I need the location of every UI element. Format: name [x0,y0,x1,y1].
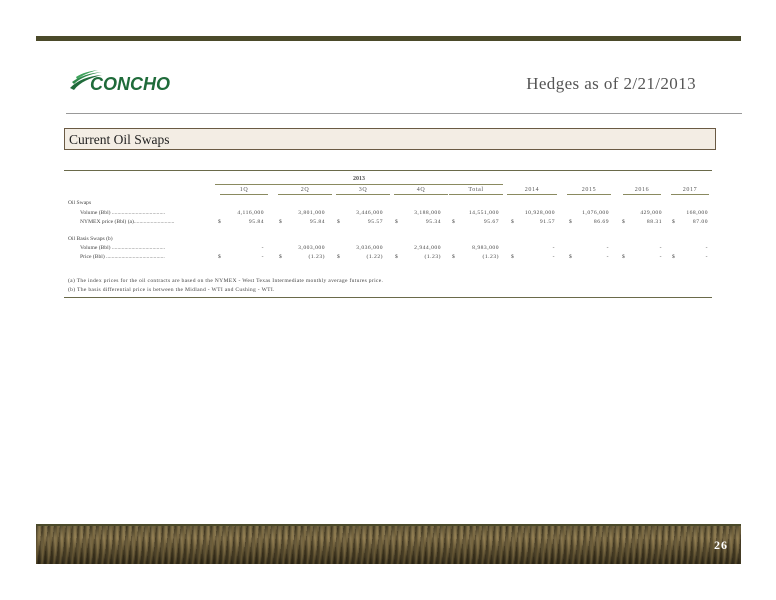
logo-wordmark: CONCHO [90,74,170,94]
page-number: 26 [714,538,728,552]
table-cell: 3,446,000 [356,210,383,216]
table-cell: - [261,245,264,251]
table-cell: - [606,245,609,251]
row-label: Volume (Bbl) ...........................… [80,245,166,251]
column-header-rule [336,194,390,195]
table-cell: 1,076,000 [582,210,609,216]
table-cell: 88.31 [646,219,662,225]
column-header-rule [449,194,503,195]
concho-logo: CONCHO [68,68,198,96]
table-cell: - [705,245,708,251]
column-header-rule [671,194,709,195]
table-cell: 4,116,000 [237,210,264,216]
column-header-rule [278,194,332,195]
table-cell: (1.22) [366,254,383,260]
table-top-rule [64,170,712,171]
grass-banner-image [36,524,741,564]
section-header: Current Oil Swaps [64,128,716,150]
table-cell: 168,000 [686,210,708,216]
footnote-a: (a) The index prices for the oil contrac… [68,278,384,284]
column-header-rule [567,194,611,195]
table-cell: 3,188,000 [414,210,441,216]
row-label: Volume (Bbl) ...........................… [80,210,166,216]
table-cell: 87.00 [692,219,708,225]
table-cell: 95.57 [367,219,383,225]
column-header-rule [394,194,448,195]
table-cell: - [606,254,609,260]
table-cell: (1.23) [308,254,325,260]
table-bottom-rule [64,297,712,298]
top-accent-bar [36,36,741,41]
table-cell: (1.23) [424,254,441,260]
row-label: Price (Bbl) ............................… [80,254,165,260]
table-cell: 95.34 [425,219,441,225]
column-header-rule [623,194,661,195]
table-cell: - [705,254,708,260]
table-cell: 95.84 [309,219,325,225]
table-cell: (1.23) [482,254,499,260]
banner-top-rule [36,524,741,526]
year-group-rule [215,184,503,185]
table-cell: - [659,245,662,251]
table-cell: 3,036,000 [356,245,383,251]
section-title: Current Oil Swaps [69,132,170,147]
table-cell: - [261,254,264,260]
title-divider [66,113,742,114]
row-label: NYMEX price (Bbl) (a)...................… [80,219,175,225]
concho-logo-icon: CONCHO [70,70,170,94]
column-header-rule [507,194,557,195]
table-cell: 3,003,000 [298,245,325,251]
section-label: Oil Basis Swaps (b) [68,236,113,242]
section-label: Oil Swaps [68,200,92,206]
table-cell: 86.69 [593,219,609,225]
table-cell: 91.57 [539,219,555,225]
page-title: Hedges as of 2/21/2013 [526,74,696,93]
table-cell: 95.67 [483,219,499,225]
column-header-rule [220,194,268,195]
table-cell: 8,983,000 [472,245,499,251]
table-cell: 3,801,000 [298,210,325,216]
table-cell: 429,000 [640,210,662,216]
footnote-b: (b) The basis differential price is betw… [68,287,275,293]
table-cell: 14,551,000 [468,210,499,216]
year-group-header: 2013 [353,176,365,182]
table-cell: - [552,245,555,251]
table-cell: 2,944,000 [414,245,441,251]
table-cell: - [552,254,555,260]
table-cell: 10,928,000 [524,210,555,216]
table-cell: 95.84 [248,219,264,225]
table-cell: - [659,254,662,260]
